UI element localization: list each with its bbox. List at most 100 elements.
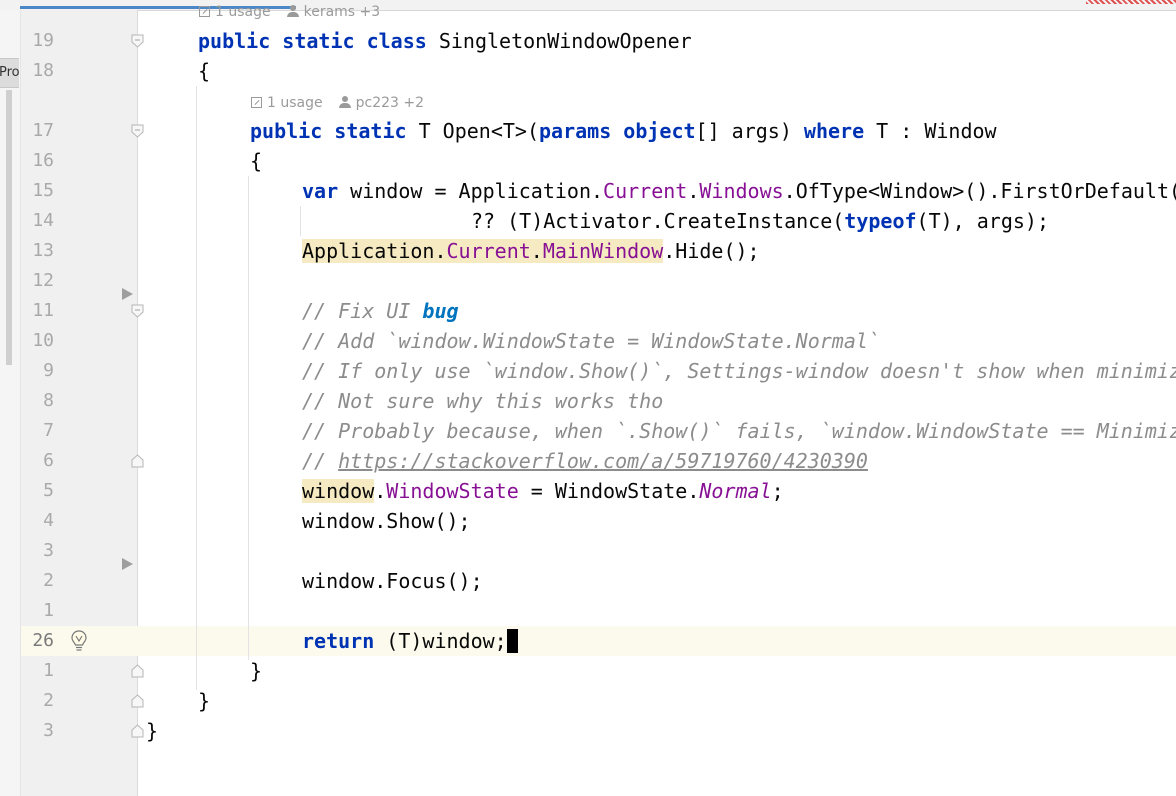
code-token[interactable]: [] args)	[696, 119, 804, 143]
code-line[interactable]: 10 // Add `window.WindowState = WindowSta…	[0, 326, 1176, 356]
code-line[interactable]: 4 window.Show();	[0, 506, 1176, 536]
code-token[interactable]: }	[250, 659, 262, 683]
code-line[interactable]: 1	[0, 596, 1176, 626]
code-token[interactable]: (T)window;	[374, 629, 506, 653]
code-line[interactable]: 3}	[0, 716, 1176, 746]
usage-hint[interactable]: 1 usage	[251, 94, 323, 112]
code-token[interactable]: .	[374, 479, 386, 503]
code-token[interactable]	[270, 29, 282, 53]
code-line[interactable]: 14 ?? (T)Activator.CreateInstance(typeof(…	[0, 206, 1176, 236]
code-token[interactable]: {	[198, 59, 210, 83]
lightbulb-icon[interactable]	[69, 629, 89, 653]
code-token[interactable]: // Fix UI	[302, 299, 422, 323]
code-token[interactable]: Windows	[699, 179, 783, 203]
code-token[interactable]: Normal	[699, 479, 771, 503]
code-token[interactable]: https://stackoverflow.com/a/59719760/423…	[338, 449, 868, 473]
code-token[interactable]: .Hide();	[663, 239, 759, 263]
code-line[interactable]: 17 public static T Open<T>(params object[…	[0, 116, 1176, 146]
code-token[interactable]: window.Show();	[302, 509, 471, 533]
fold-close-icon[interactable]	[131, 724, 144, 738]
code-line[interactable]: 7 // Probably because, when `.Show()` fai…	[0, 416, 1176, 446]
code-token[interactable]: window = Application.	[338, 179, 603, 203]
code-line[interactable]: 16 {	[0, 146, 1176, 176]
code-text[interactable]: ?? (T)Activator.CreateInstance(typeof(T)…	[471, 206, 1049, 236]
code-text[interactable]: // Probably because, when `.Show()` fail…	[302, 416, 1176, 446]
gutter-arrow-icon[interactable]	[122, 558, 133, 570]
code-token[interactable]: ;	[772, 479, 784, 503]
code-text[interactable]: Application.Current.MainWindow.Hide();	[302, 236, 760, 266]
code-line[interactable]: 2}	[0, 686, 1176, 716]
code-token[interactable]: {	[250, 149, 262, 173]
code-text[interactable]: {	[250, 146, 262, 176]
code-text[interactable]: // Fix UI bug	[302, 296, 459, 326]
code-line[interactable]: 9 // If only use `window.Show()`, Setting…	[0, 356, 1176, 386]
code-token[interactable]: bug	[422, 299, 458, 323]
code-token[interactable]: Current	[603, 179, 687, 203]
code-line[interactable]: 6 // https://stackoverflow.com/a/59719760…	[0, 446, 1176, 476]
code-token[interactable]: .OfType<Window>().FirstOrDefault()	[784, 179, 1176, 203]
fold-close-icon[interactable]	[131, 694, 144, 708]
code-text[interactable]: window.WindowState = WindowState.Normal;	[302, 476, 784, 506]
code-text[interactable]: // Add `window.WindowState = WindowState…	[302, 326, 880, 356]
code-line[interactable]: 13 Application.Current.MainWindow.Hide();	[0, 236, 1176, 266]
code-token[interactable]: WindowState	[386, 479, 518, 503]
code-line[interactable]: 12	[0, 266, 1176, 296]
code-line[interactable]: 15 var window = Application.Current.Windo…	[0, 176, 1176, 206]
code-token[interactable]	[322, 119, 334, 143]
code-line[interactable]: 26 return (T)window;	[0, 626, 1176, 656]
code-line[interactable]: 3	[0, 536, 1176, 566]
code-token[interactable]: SingletonWindowOpener	[427, 29, 692, 53]
fold-close-icon[interactable]	[131, 664, 144, 678]
code-token[interactable]: window	[302, 479, 375, 503]
code-token[interactable]: typeof	[844, 209, 916, 233]
code-token[interactable]: public	[250, 119, 322, 143]
code-text[interactable]: window.Show();	[302, 506, 471, 536]
code-token[interactable]: return	[302, 629, 374, 653]
code-text[interactable]: window.Focus();	[302, 566, 483, 596]
code-text[interactable]: }	[198, 686, 210, 716]
code-text[interactable]: // Not sure why this works tho	[302, 386, 663, 416]
code-line[interactable]: 5 window.WindowState = WindowState.Normal…	[0, 476, 1176, 506]
code-token[interactable]: (T), args);	[917, 209, 1049, 233]
code-token[interactable]: static	[334, 119, 406, 143]
fold-open-icon[interactable]	[131, 124, 144, 138]
code-token[interactable]: // If only use `window.Show()`, Settings…	[302, 359, 1176, 383]
fold-open-icon[interactable]	[131, 304, 144, 318]
code-line[interactable]: 2 window.Focus();	[0, 566, 1176, 596]
code-token[interactable]: Application.	[302, 239, 447, 263]
code-token[interactable]: // Add `window.WindowState = WindowState…	[302, 329, 880, 353]
code-line[interactable]: 1}	[0, 656, 1176, 686]
code-token[interactable]: class	[367, 29, 427, 53]
code-text[interactable]: // https://stackoverflow.com/a/59719760/…	[302, 446, 868, 476]
code-token[interactable]: where	[804, 119, 864, 143]
code-token[interactable]: public	[198, 29, 270, 53]
fold-open-icon[interactable]	[131, 34, 144, 48]
code-token[interactable]: }	[198, 689, 210, 713]
code-token[interactable]: // Probably because, when `.Show()` fail…	[302, 419, 1176, 443]
code-token[interactable]: //	[302, 449, 338, 473]
gutter-arrow-icon[interactable]	[122, 288, 133, 300]
code-line[interactable]: 11 // Fix UI bug	[0, 296, 1176, 326]
code-token[interactable]: .	[687, 179, 699, 203]
code-text[interactable]: return (T)window;	[302, 626, 518, 656]
code-token[interactable]: }	[146, 719, 158, 743]
code-text[interactable]: public static T Open<T>(params object[] …	[250, 116, 997, 146]
code-token[interactable]: .	[530, 239, 543, 263]
code-token[interactable]: ?? (T)Activator.CreateInstance(	[471, 209, 844, 233]
code-text[interactable]: {	[198, 56, 210, 86]
code-token[interactable]: var	[302, 179, 338, 203]
code-token[interactable]: object	[623, 119, 695, 143]
code-text[interactable]: var window = Application.Current.Windows…	[302, 176, 1176, 206]
author-hint[interactable]: kerams +3	[286, 3, 380, 21]
code-text[interactable]: }	[250, 656, 262, 686]
code-text[interactable]: // If only use `window.Show()`, Settings…	[302, 356, 1176, 386]
code-token[interactable]: // Not sure why this works tho	[302, 389, 663, 413]
code-token[interactable]	[355, 29, 367, 53]
code-text[interactable]: public static class SingletonWindowOpene…	[198, 26, 692, 56]
code-token[interactable]	[611, 119, 623, 143]
code-line[interactable]: 8 // Not sure why this works tho	[0, 386, 1176, 416]
code-token[interactable]: params	[539, 119, 611, 143]
usage-hint[interactable]: 1 usage	[199, 3, 271, 21]
author-hint[interactable]: pc223 +2	[338, 94, 424, 112]
code-token[interactable]: window.Focus();	[302, 569, 483, 593]
